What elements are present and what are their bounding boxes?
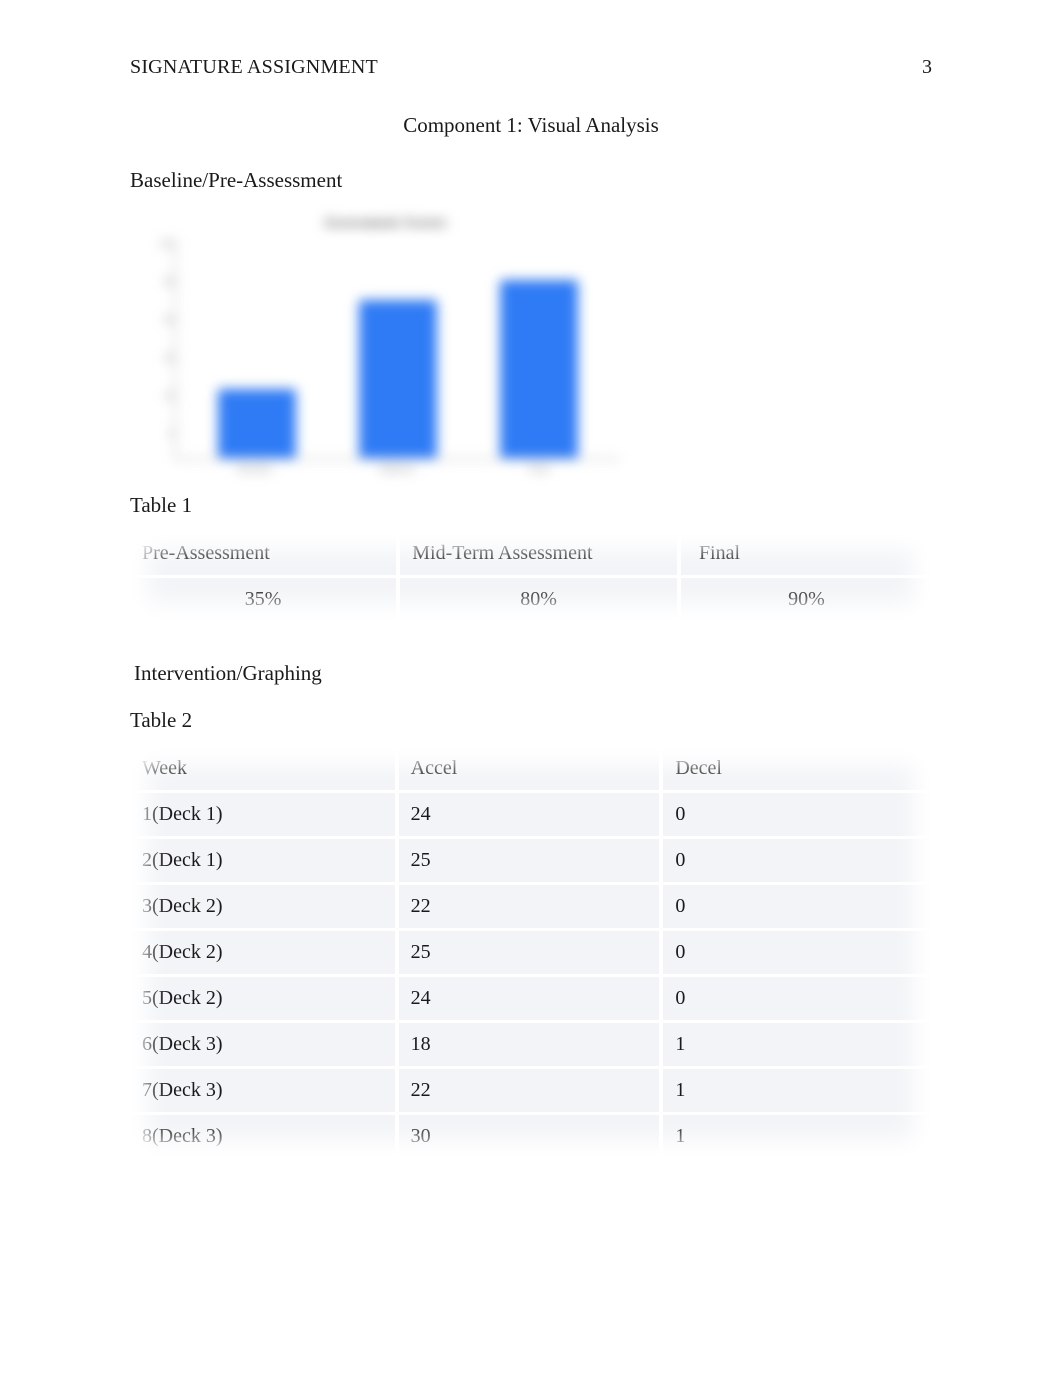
chart-plot-area bbox=[174, 240, 620, 460]
x-label: Midterm bbox=[333, 464, 461, 475]
table-cell: 18 bbox=[395, 1020, 660, 1066]
bar-final bbox=[476, 280, 603, 458]
chart-body: 100806040200 bbox=[150, 240, 620, 460]
bar-baseline bbox=[193, 389, 320, 458]
bar bbox=[359, 300, 437, 458]
table-row: 6(Deck 3)181 bbox=[130, 1020, 932, 1066]
table-cell: 30 bbox=[395, 1112, 660, 1158]
x-label: Baseline bbox=[191, 464, 319, 475]
table-cell: 90% bbox=[677, 575, 932, 621]
table-row: 8(Deck 3)301 bbox=[130, 1112, 932, 1158]
table-header-cell: Week bbox=[130, 747, 395, 790]
table-cell: 35% bbox=[130, 575, 396, 621]
table-cell: 0 bbox=[659, 974, 932, 1020]
table-header-cell: Pre-Assessment bbox=[130, 532, 396, 575]
chart-x-axis: Baseline Midterm Final bbox=[174, 460, 620, 475]
table-cell: 22 bbox=[395, 1066, 660, 1112]
table-header-cell: Decel bbox=[659, 747, 932, 790]
running-head: SIGNATURE ASSIGNMENT bbox=[130, 56, 378, 79]
chart-title: Assessment Scores bbox=[150, 215, 620, 232]
table1-caption: Table 1 bbox=[130, 493, 932, 518]
table-cell: 0 bbox=[659, 790, 932, 836]
table-cell: 0 bbox=[659, 836, 932, 882]
table-header-cell: Final bbox=[677, 532, 932, 575]
assessment-bar-chart: Assessment Scores 100806040200 Baseline M… bbox=[150, 215, 620, 475]
bar bbox=[500, 280, 578, 458]
table-cell: 1 bbox=[659, 1020, 932, 1066]
table-cell: 6(Deck 3) bbox=[130, 1020, 395, 1066]
table-cell: 3(Deck 2) bbox=[130, 882, 395, 928]
table-cell: 25 bbox=[395, 836, 660, 882]
table-cell: 80% bbox=[396, 575, 677, 621]
table-cell: 5(Deck 2) bbox=[130, 974, 395, 1020]
table-header-cell: Mid-Term Assessment bbox=[396, 532, 677, 575]
chart-y-axis: 100806040200 bbox=[150, 240, 174, 460]
table-cell: 0 bbox=[659, 928, 932, 974]
table-row: 1(Deck 1)240 bbox=[130, 790, 932, 836]
section-title: Component 1: Visual Analysis bbox=[130, 113, 932, 138]
table-cell: 0 bbox=[659, 882, 932, 928]
table-cell: 24 bbox=[395, 790, 660, 836]
table-cell: 7(Deck 3) bbox=[130, 1066, 395, 1112]
intervention-heading: Intervention/Graphing bbox=[134, 661, 932, 686]
page-header: SIGNATURE ASSIGNMENT 3 bbox=[130, 56, 932, 79]
document-page: SIGNATURE ASSIGNMENT 3 Component 1: Visu… bbox=[0, 0, 1062, 1218]
table-row: 7(Deck 3)221 bbox=[130, 1066, 932, 1112]
table-cell: 8(Deck 3) bbox=[130, 1112, 395, 1158]
table1-wrap: Pre-AssessmentMid-Term AssessmentFinal35… bbox=[130, 532, 932, 621]
table-cell: 1(Deck 1) bbox=[130, 790, 395, 836]
table-cell: 2(Deck 1) bbox=[130, 836, 395, 882]
x-label: Final bbox=[475, 464, 603, 475]
bar bbox=[218, 389, 296, 458]
table-row: 4(Deck 2)250 bbox=[130, 928, 932, 974]
table-row: 2(Deck 1)250 bbox=[130, 836, 932, 882]
baseline-heading: Baseline/Pre-Assessment bbox=[130, 168, 932, 193]
table-cell: 1 bbox=[659, 1112, 932, 1158]
table-cell: 1 bbox=[659, 1066, 932, 1112]
table-cell: 24 bbox=[395, 974, 660, 1020]
table-cell: 25 bbox=[395, 928, 660, 974]
table2-caption: Table 2 bbox=[130, 708, 932, 733]
table-row: 3(Deck 2)220 bbox=[130, 882, 932, 928]
table-header-cell: Accel bbox=[395, 747, 660, 790]
table-cell: 4(Deck 2) bbox=[130, 928, 395, 974]
table2: WeekAccelDecel1(Deck 1)2402(Deck 1)2503(… bbox=[130, 747, 932, 1158]
table-row: 5(Deck 2)240 bbox=[130, 974, 932, 1020]
bar-midterm bbox=[334, 300, 461, 458]
page-number: 3 bbox=[922, 56, 932, 79]
table1: Pre-AssessmentMid-Term AssessmentFinal35… bbox=[130, 532, 932, 621]
table-row: 35%80%90% bbox=[130, 575, 932, 621]
table2-wrap: WeekAccelDecel1(Deck 1)2402(Deck 1)2503(… bbox=[130, 747, 932, 1158]
table-cell: 22 bbox=[395, 882, 660, 928]
